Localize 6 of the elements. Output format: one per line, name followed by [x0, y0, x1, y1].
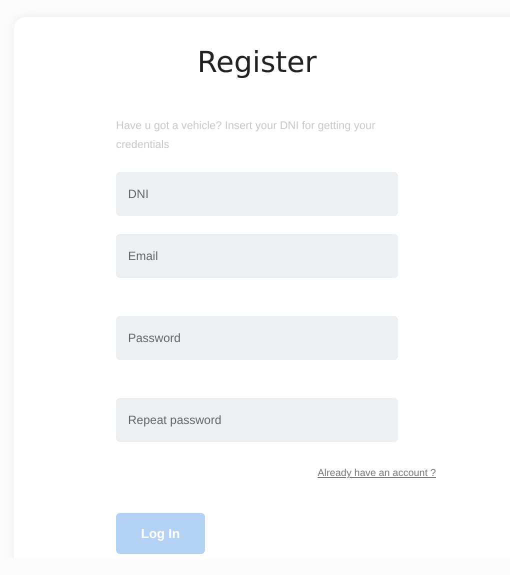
input-field[interactable]: Repeat password	[116, 398, 398, 442]
page-title: Register	[196, 45, 318, 79]
input-field[interactable]: Password	[116, 316, 398, 360]
login-link[interactable]: Already have an account ?	[318, 468, 436, 479]
input-field[interactable]: DNI	[116, 172, 398, 216]
input-field[interactable]: Email	[116, 234, 398, 278]
